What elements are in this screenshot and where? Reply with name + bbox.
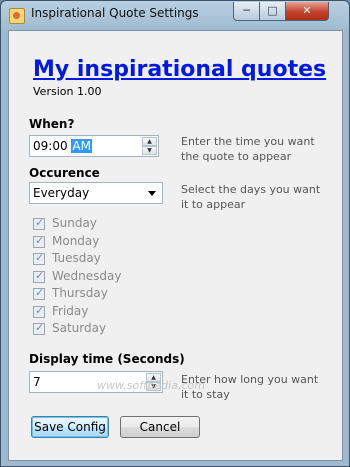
day-checkbox-label: Wednesday (52, 268, 122, 283)
spin-up-icon[interactable]: ▲ (142, 137, 157, 146)
app-icon (9, 8, 25, 24)
when-hint-line1: Enter the time you want (181, 135, 315, 148)
maximize-button[interactable]: □ (259, 2, 286, 21)
day-checkbox-label: Friday (52, 303, 89, 318)
checkbox-checked-icon[interactable] (33, 234, 45, 248)
cancel-button[interactable]: Cancel (120, 416, 200, 438)
when-label: When? (29, 117, 75, 131)
checkbox-checked-icon[interactable] (33, 216, 45, 230)
version-label: Version 1.00 (33, 85, 102, 98)
checkbox-checked-icon[interactable] (33, 251, 45, 265)
close-button[interactable]: ✕ (285, 2, 329, 21)
occurence-hint-line1: Select the days you want (181, 183, 321, 196)
client-area: My inspirational quotes Version 1.00 Whe… (8, 30, 343, 461)
display-time-label: Display time (Seconds) (29, 352, 185, 366)
display-time-hint-line2: it to stay (181, 388, 230, 401)
time-picker[interactable]: 09:00 AM ▲ ▼ (29, 135, 159, 157)
occurence-hint-line2: it to appear (181, 198, 246, 211)
spin-down-icon[interactable]: ▼ (142, 146, 157, 155)
time-value: 09:00 (33, 139, 68, 153)
checkbox-checked-icon[interactable] (33, 321, 45, 335)
day-checkbox-label: Monday (52, 233, 100, 248)
display-time-value: 7 (33, 375, 41, 389)
title-bar[interactable]: Inspirational Quote Settings ─ □ ✕ (1, 1, 349, 29)
checkbox-checked-icon[interactable] (33, 269, 45, 283)
settings-window: Inspirational Quote Settings ─ □ ✕ My in… (0, 0, 350, 467)
when-hint-line2: the quote to appear (181, 150, 292, 163)
window-title: Inspirational Quote Settings (31, 6, 199, 20)
when-hint: Enter the time you want the quote to app… (181, 134, 315, 164)
ampm-selected[interactable]: AM (71, 139, 92, 153)
day-checkbox-label: Tuesday (52, 251, 101, 265)
display-time-hint-line1: Enter how long you want (181, 373, 319, 386)
day-checkbox-label: Saturday (52, 321, 107, 335)
checkbox-checked-icon[interactable] (33, 304, 45, 318)
time-spinner[interactable]: ▲ ▼ (142, 137, 157, 155)
occurence-selected: Everyday (33, 186, 90, 200)
day-checkbox-label: Sunday (52, 216, 97, 230)
day-checkbox-label: Thursday (52, 286, 108, 300)
occurence-label: Occurence (29, 166, 100, 180)
page-title-link[interactable]: My inspirational quotes (33, 57, 326, 82)
minimize-button[interactable]: ─ (233, 2, 260, 21)
save-config-button[interactable]: Save Config (31, 416, 109, 438)
chevron-down-icon (148, 191, 156, 196)
occurence-hint: Select the days you want it to appear (181, 182, 320, 212)
checkbox-checked-icon[interactable] (33, 286, 45, 300)
display-time-hint: Enter how long you want it to stay (181, 372, 318, 402)
occurence-dropdown[interactable]: Everyday (29, 182, 163, 204)
